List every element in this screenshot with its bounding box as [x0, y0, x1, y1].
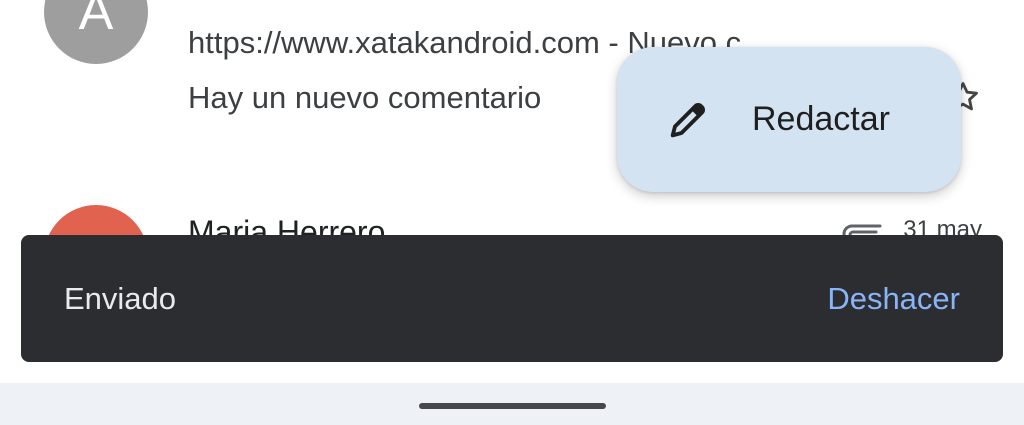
avatar[interactable]: A: [44, 0, 148, 64]
compose-label: Redactar: [752, 100, 890, 138]
snackbar: Enviado Deshacer: [21, 235, 1003, 362]
compose-button[interactable]: Redactar: [617, 47, 961, 192]
snackbar-message: Enviado: [64, 281, 177, 316]
undo-button[interactable]: Deshacer: [827, 281, 960, 317]
system-navigation-bar: [0, 383, 1024, 425]
pencil-icon: [664, 96, 712, 144]
email-snippet: Hay un nuevo comentario: [188, 80, 542, 115]
gesture-handle[interactable]: [419, 403, 606, 409]
